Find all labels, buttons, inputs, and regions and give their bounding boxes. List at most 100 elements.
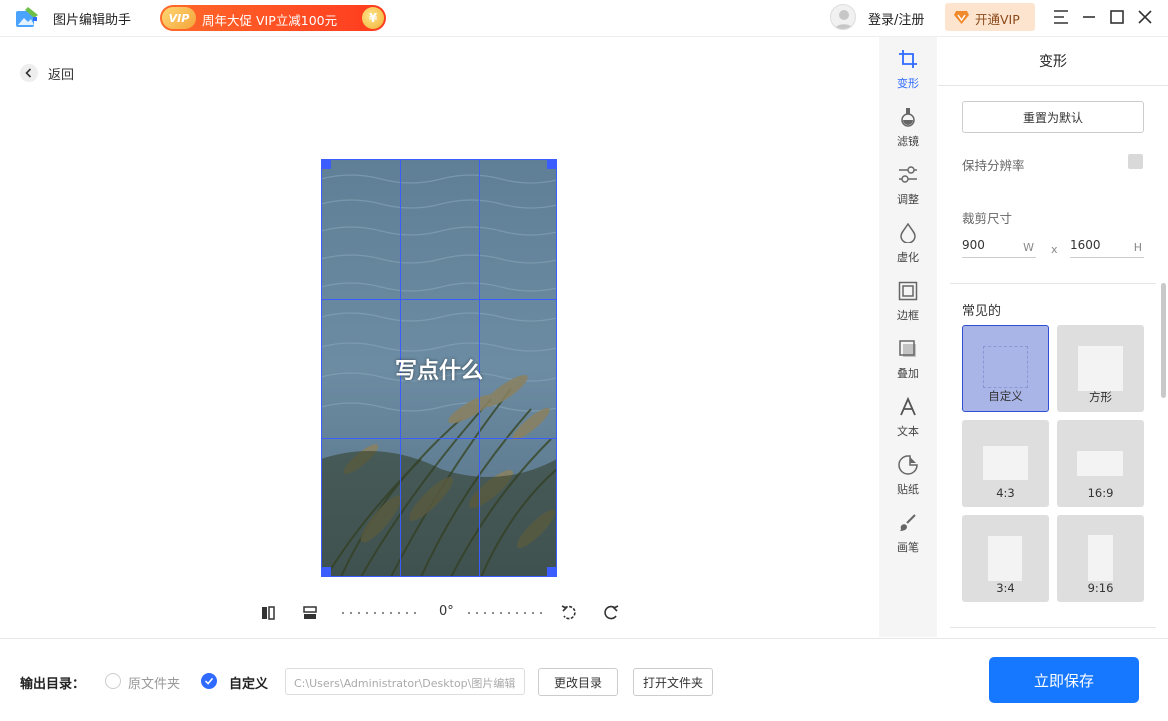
rotation-angle: 0° — [439, 604, 454, 619]
crop-icon — [899, 50, 917, 68]
maximize-icon[interactable] — [1106, 6, 1128, 28]
tool-label: 贴纸 — [897, 483, 919, 496]
tool-label: 变形 — [897, 77, 919, 90]
minimize-icon[interactable] — [1078, 6, 1100, 28]
ratio-shape — [983, 446, 1028, 480]
menu-icon[interactable] — [1050, 6, 1072, 28]
ratio-9-16[interactable]: 9:16 — [1057, 515, 1144, 602]
divider — [950, 627, 1156, 628]
ratio-shape — [1088, 535, 1113, 581]
radio-original-label: 原文件夹 — [128, 677, 181, 692]
ratio-4-3[interactable]: 4:3 — [962, 420, 1049, 507]
crop-handle-top-left[interactable] — [322, 160, 331, 169]
change-dir-button[interactable]: 更改目录 — [538, 668, 618, 696]
output-dir-label: 输出目录： — [20, 677, 86, 692]
back-label: 返回 — [48, 67, 75, 83]
width-input[interactable]: 900 W — [962, 236, 1036, 258]
sticker-icon — [898, 455, 918, 475]
promo-banner[interactable]: VIP 周年大促 VIP立减100元 ¥ — [160, 5, 386, 31]
tool-label: 边框 — [897, 309, 919, 322]
keep-resolution-label: 保持分辨率 — [962, 158, 1025, 173]
grid-line — [322, 299, 556, 300]
height-input[interactable]: 1600 H — [1070, 236, 1144, 258]
ratio-16-9[interactable]: 16:9 — [1057, 420, 1144, 507]
divider — [938, 85, 1168, 86]
crop-handle-top-right[interactable] — [547, 160, 556, 169]
ratio-3-4[interactable]: 3:4 — [962, 515, 1049, 602]
times-sign: x — [1051, 243, 1058, 256]
tool-adjust[interactable]: 调整 — [879, 157, 937, 207]
ratio-label: 自定义 — [988, 389, 1023, 403]
flip-vertical-icon[interactable] — [301, 604, 319, 622]
keep-resolution-checkbox[interactable] — [1128, 154, 1143, 169]
close-icon[interactable] — [1134, 6, 1156, 28]
coin-icon: ¥ — [362, 7, 384, 29]
border-icon — [898, 281, 918, 301]
promo-text: 周年大促 VIP立减100元 — [202, 13, 338, 28]
grid-line — [322, 438, 556, 439]
adjust-icon — [899, 166, 917, 183]
ratio-label: 3:4 — [996, 581, 1015, 595]
output-path-input[interactable]: C:\Users\Administrator\Desktop\图片编辑 — [285, 668, 525, 695]
user-icon — [834, 10, 854, 29]
tool-sticker[interactable]: 贴纸 — [879, 447, 937, 497]
width-value: 900 — [962, 238, 985, 252]
rotate-bar: 0° — [256, 600, 626, 626]
ratio-shape — [983, 346, 1028, 388]
login-link[interactable]: 登录/注册 — [868, 9, 924, 28]
tool-label: 画笔 — [897, 541, 919, 554]
ratio-shape — [988, 536, 1022, 581]
text-overlay[interactable]: 写点什么 — [321, 353, 557, 385]
app-name: 图片编辑助手 — [53, 13, 132, 28]
width-unit: W — [1023, 241, 1034, 254]
ratio-label: 16:9 — [1087, 486, 1114, 500]
image-canvas[interactable]: 写点什么 — [321, 159, 557, 577]
avatar[interactable] — [830, 4, 856, 30]
radio-custom-checked-icon[interactable] — [201, 673, 217, 689]
crop-handle-bottom-right[interactable] — [547, 567, 556, 576]
tool-label: 滤镜 — [897, 135, 919, 148]
rotate-left-icon[interactable] — [560, 604, 578, 622]
tool-overlay[interactable]: 叠加 — [879, 331, 937, 381]
tool-label: 叠加 — [897, 367, 919, 380]
tool-blur[interactable]: 虚化 — [879, 215, 937, 265]
ratio-square[interactable]: 方形 — [1057, 325, 1144, 412]
tool-label: 文本 — [897, 425, 919, 438]
crop-size-label: 裁剪尺寸 — [962, 211, 1013, 226]
ratio-custom[interactable]: 自定义 — [962, 325, 1049, 412]
radio-custom-label: 自定义 — [229, 677, 269, 692]
open-vip-button[interactable]: 开通VIP — [945, 3, 1035, 31]
rotation-slider-left[interactable] — [342, 612, 416, 615]
save-button[interactable]: 立即保存 — [989, 657, 1139, 703]
vip-badge: VIP — [162, 7, 196, 29]
filter-icon — [901, 108, 915, 127]
panel-title: 变形 — [1039, 54, 1067, 70]
rotate-right-icon[interactable] — [602, 604, 620, 622]
flip-horizontal-icon[interactable] — [259, 604, 277, 622]
tool-filter[interactable]: 滤镜 — [879, 99, 937, 149]
brush-icon — [900, 514, 916, 531]
common-ratios-label: 常见的 — [962, 304, 1002, 319]
app-logo-icon — [16, 7, 38, 27]
back-button[interactable]: 返回 — [20, 62, 90, 84]
ratio-label: 方形 — [1089, 390, 1112, 404]
text-icon — [900, 396, 916, 416]
height-value: 1600 — [1070, 238, 1101, 252]
diamond-icon — [954, 11, 969, 24]
transform-panel: 变形 重置为默认 保持分辨率 裁剪尺寸 900 W x 1600 H 常见的 自… — [938, 37, 1168, 637]
reset-default-button[interactable]: 重置为默认 — [962, 101, 1144, 133]
crop-handle-bottom-left[interactable] — [322, 567, 331, 576]
ratio-shape — [1078, 346, 1123, 391]
tool-transform[interactable]: 变形 — [879, 41, 937, 91]
ratio-shape — [1077, 451, 1123, 476]
tool-brush[interactable]: 画笔 — [879, 505, 937, 555]
rotation-slider-right[interactable] — [468, 612, 542, 615]
radio-original-folder[interactable] — [105, 673, 121, 689]
tool-text[interactable]: 文本 — [879, 389, 937, 439]
tool-border[interactable]: 边框 — [879, 273, 937, 323]
chevron-left-icon — [20, 64, 38, 82]
open-folder-button[interactable]: 打开文件夹 — [633, 668, 713, 696]
tool-label: 调整 — [897, 193, 919, 206]
panel-scrollbar[interactable] — [1161, 283, 1166, 398]
open-vip-label: 开通VIP — [975, 12, 1020, 27]
